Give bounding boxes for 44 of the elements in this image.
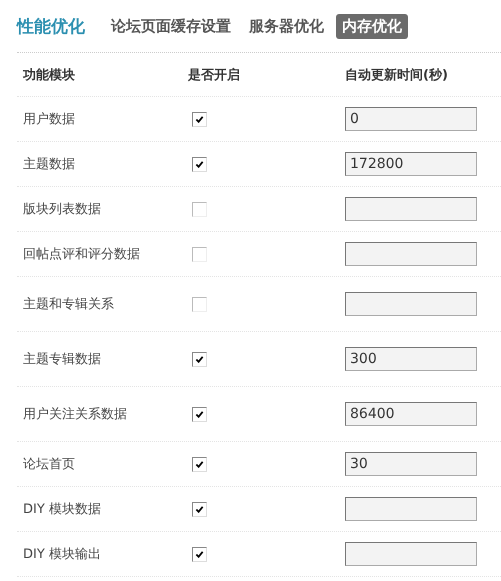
check-icon (195, 410, 204, 418)
page-title: 性能优化 (17, 16, 85, 38)
input-field[interactable] (345, 242, 477, 266)
check-icon (195, 460, 204, 468)
input-field[interactable]: 172800 (345, 152, 477, 176)
column-header: 功能模块 (23, 66, 76, 84)
module-name: 主题数据 (23, 156, 76, 173)
checkbox[interactable] (192, 246, 207, 262)
input-field[interactable] (345, 542, 477, 566)
check-icon (195, 354, 204, 364)
input-field[interactable]: 0 (345, 107, 477, 131)
module-name: DIY 模块数据 (23, 501, 102, 518)
checkbox[interactable] (192, 112, 207, 126)
column-header: 是否开启 (188, 66, 241, 84)
check-icon (195, 550, 204, 558)
checkbox[interactable] (192, 156, 207, 172)
input-field[interactable] (345, 497, 477, 521)
input-field[interactable]: 300 (345, 347, 477, 371)
column-header: 自动更新时间(秒) (345, 66, 449, 84)
module-name: 版块列表数据 (23, 201, 102, 218)
tab[interactable]: 内存优化 (336, 14, 408, 38)
module-name: 主题专辑数据 (23, 351, 102, 368)
tab[interactable]: 服务器优化 (243, 14, 330, 38)
check-icon (195, 160, 204, 168)
checkbox[interactable] (192, 296, 207, 312)
module-name: 用户数据 (23, 111, 76, 128)
input-field[interactable] (345, 292, 477, 316)
module-name: 回帖点评和评分数据 (23, 246, 141, 263)
module-name: 论坛首页 (23, 456, 76, 473)
module-name: 用户关注关系数据 (23, 406, 128, 423)
check-icon (195, 114, 204, 124)
check-icon (195, 504, 204, 514)
checkbox[interactable] (192, 352, 207, 366)
checkbox[interactable] (192, 406, 207, 422)
module-name: DIY 模块输出 (23, 546, 102, 563)
checkbox[interactable] (192, 456, 207, 472)
tab[interactable]: 论坛页面缓存设置 (105, 14, 237, 38)
module-name: 主题和专辑关系 (23, 296, 115, 313)
input-field[interactable] (345, 197, 477, 221)
input-field[interactable]: 86400 (345, 402, 477, 426)
checkbox[interactable] (192, 502, 207, 516)
checkbox[interactable] (192, 202, 207, 216)
checkbox[interactable] (192, 546, 207, 562)
input-field[interactable]: 30 (345, 452, 477, 476)
